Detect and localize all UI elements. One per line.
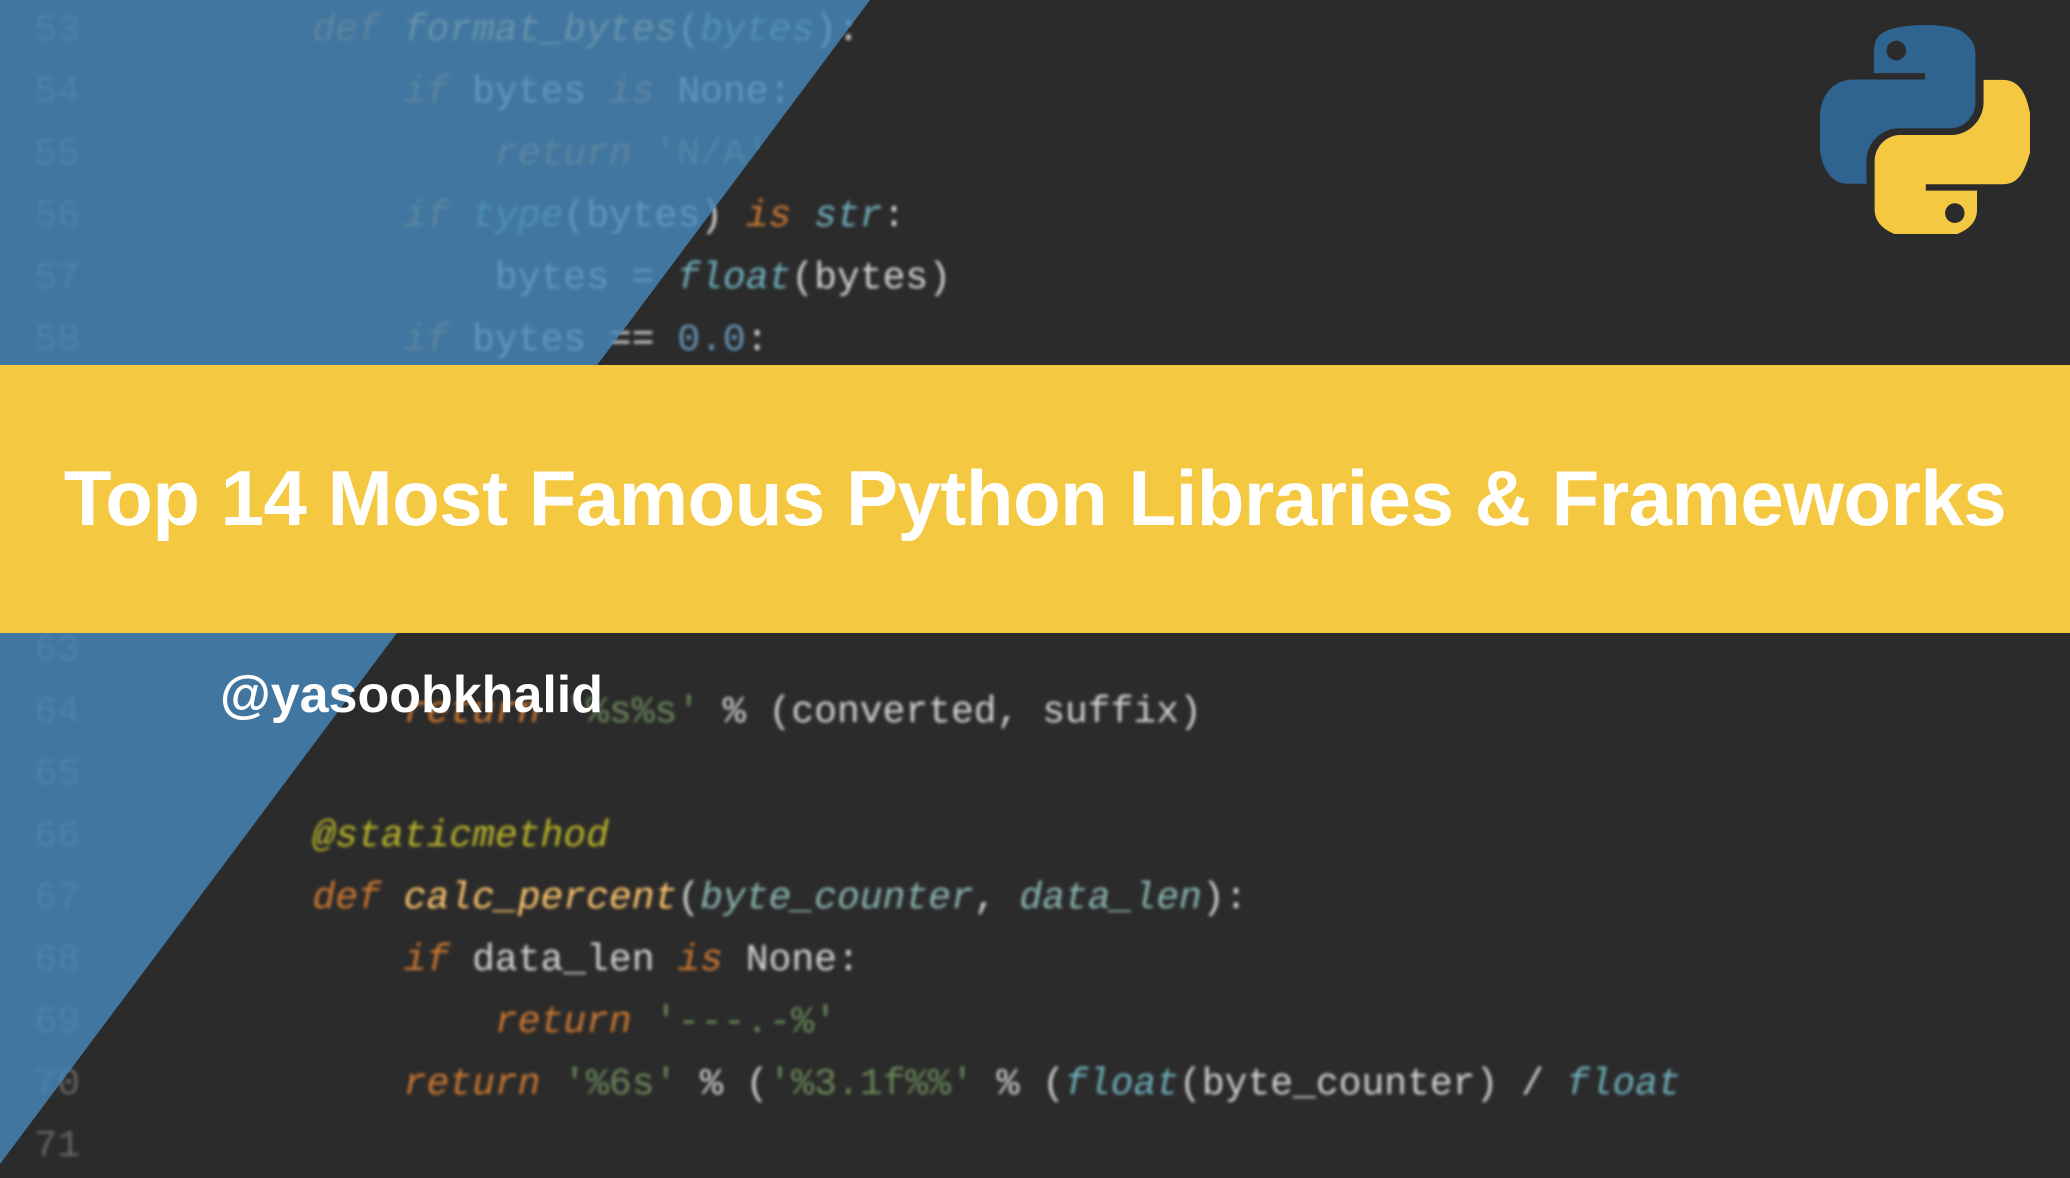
code-line: 69 return '---.-%' [0,992,2070,1054]
title-banner: Top 14 Most Famous Python Libraries & Fr… [0,365,2070,633]
code-line: 66 @staticmethod [0,806,2070,868]
code-line: 71 [0,1116,2070,1178]
python-logo-icon [1820,25,2030,235]
page-title: Top 14 Most Famous Python Libraries & Fr… [64,450,2006,548]
code-line: 67 def calc_percent(byte_counter, data_l… [0,868,2070,930]
code-line: 65 [0,744,2070,806]
code-line: 70 return '%6s' % ('%3.1f%%' % (float(by… [0,1054,2070,1116]
code-line: 68 if data_len is None: [0,930,2070,992]
author-handle: @yasoobkhalid [220,665,603,725]
